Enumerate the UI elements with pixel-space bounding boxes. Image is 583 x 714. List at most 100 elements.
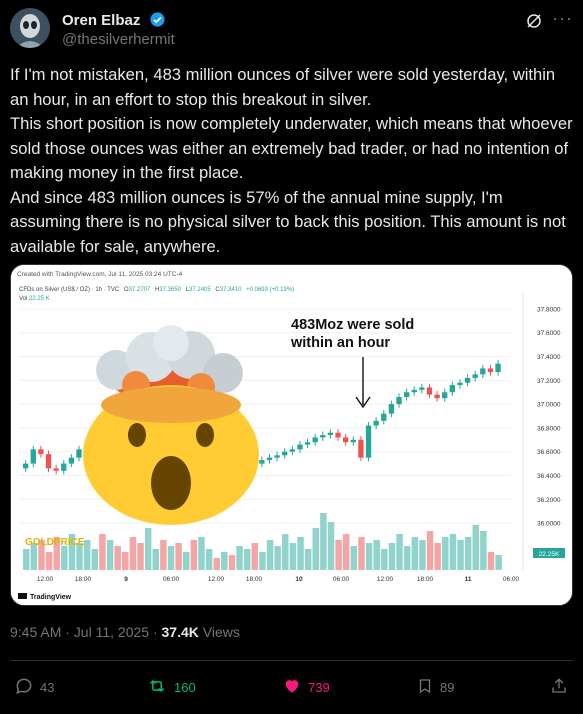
candle xyxy=(335,432,341,438)
time-tick-label: 06:00 xyxy=(163,576,180,583)
volume-bar xyxy=(129,537,137,570)
candle xyxy=(320,435,326,438)
time-tick-label: 10 xyxy=(295,576,303,583)
annotation-line-1: 483Moz were sold xyxy=(291,317,414,333)
author-handle[interactable]: @thesilverhermit xyxy=(62,31,175,48)
volume-bar xyxy=(236,546,243,570)
reply-count: 43 xyxy=(40,680,55,695)
volume-bar xyxy=(419,540,426,570)
tweet-paragraph: And since 483 million ounces is 57% of t… xyxy=(10,187,566,256)
candle xyxy=(480,368,486,375)
candle xyxy=(419,387,425,390)
candle xyxy=(23,463,29,469)
volume-bar xyxy=(289,543,297,570)
repost-icon xyxy=(146,676,168,699)
volume-bar xyxy=(403,546,411,570)
divider xyxy=(10,660,573,661)
time-tick-label: 06:00 xyxy=(333,576,350,583)
volume-bar xyxy=(198,537,205,570)
volume-bar xyxy=(45,552,53,570)
tweet-paragraph: This short position is now completely un… xyxy=(10,114,573,182)
volume-bar xyxy=(205,549,213,570)
candle xyxy=(388,404,395,414)
volume-bar xyxy=(183,552,190,570)
repost-count: 160 xyxy=(174,680,196,695)
candle xyxy=(381,413,387,421)
volume-bar xyxy=(350,546,358,570)
time-tick-label: 12:00 xyxy=(377,576,394,583)
candle xyxy=(68,457,75,464)
candle xyxy=(327,432,334,436)
volume-bar xyxy=(259,552,266,570)
candle xyxy=(289,449,295,452)
chart-created-with: Created with TradingView.com, Jul 11, 20… xyxy=(17,271,183,278)
volume-bar xyxy=(114,546,121,570)
like-button[interactable]: 739 xyxy=(282,676,330,699)
volume-bar xyxy=(83,540,91,570)
views-label: Views xyxy=(198,624,240,640)
volume-bar xyxy=(442,537,449,570)
candle xyxy=(343,437,349,443)
price-tick-label: 36.4000 xyxy=(537,473,561,480)
price-tick-label: 36.2000 xyxy=(537,497,561,504)
more-options-icon[interactable]: ··· xyxy=(552,8,573,29)
time-tick-label: 18:00 xyxy=(75,576,92,583)
price-tick-label: 36.0000 xyxy=(537,521,561,528)
volume-bar xyxy=(320,513,327,570)
volume-bar xyxy=(152,549,159,570)
volume-bar xyxy=(487,552,495,570)
volume-bar xyxy=(304,549,312,570)
price-tick-label: 37.0000 xyxy=(537,402,561,409)
volume-bar xyxy=(190,540,198,570)
candle xyxy=(442,392,448,399)
volume-bar xyxy=(266,540,274,570)
candle xyxy=(464,377,471,383)
repost-button[interactable]: 160 xyxy=(146,676,196,699)
volume-bar xyxy=(221,552,228,570)
candle xyxy=(373,420,379,426)
avatar[interactable] xyxy=(10,8,50,48)
share-button[interactable] xyxy=(550,676,574,699)
author-name-row[interactable]: Oren Elbaz xyxy=(62,11,166,32)
time-tick-label: 12:00 xyxy=(208,576,225,583)
chart-image[interactable]: Created with TradingView.com, Jul 11, 20… xyxy=(10,264,573,606)
volume-bar xyxy=(373,540,380,570)
tweet-paragraph: If I'm not mistaken, 483 million ounces … xyxy=(10,65,556,109)
time-tick-label: 9 xyxy=(124,576,128,583)
candle xyxy=(350,439,356,443)
volume-bar xyxy=(167,546,175,570)
volume-bar xyxy=(23,549,30,570)
tweet-timestamp[interactable]: 9:45 AM · Jul 11, 2025 · 37.4K Views xyxy=(10,624,240,640)
volume-bar xyxy=(472,525,479,570)
time-tick-label: 18:00 xyxy=(246,576,263,583)
price-chart: Created with TradingView.com, Jul 11, 20… xyxy=(11,265,572,605)
candle xyxy=(449,385,455,393)
views-count: 37.4K xyxy=(161,624,199,640)
candle xyxy=(365,425,372,458)
volume-bar xyxy=(457,540,464,570)
author-name[interactable]: Oren Elbaz xyxy=(62,12,140,29)
candle xyxy=(495,363,501,373)
volume-bar xyxy=(388,543,396,570)
tweet-time[interactable]: 9:45 AM · Jul 11, 2025 · xyxy=(10,624,162,640)
volume-bar xyxy=(426,531,434,570)
volume-bar xyxy=(297,537,304,570)
bookmark-count: 89 xyxy=(440,680,455,695)
price-tick-label: 37.6000 xyxy=(537,330,561,337)
volume-bar xyxy=(365,543,373,570)
bookmark-button[interactable]: 89 xyxy=(416,676,454,699)
volume-bar xyxy=(228,555,236,570)
share-icon xyxy=(550,676,568,699)
grok-icon[interactable] xyxy=(525,12,543,35)
candle xyxy=(61,463,67,471)
reply-button[interactable]: 43 xyxy=(14,676,54,699)
volume-bar xyxy=(122,552,129,570)
bookmark-icon xyxy=(416,676,434,699)
volume-bar xyxy=(160,540,167,570)
candle xyxy=(358,439,364,458)
volume-bar xyxy=(449,534,457,570)
candle xyxy=(396,396,402,405)
time-tick-label: 12:00 xyxy=(37,576,54,583)
annotation-line-2: within an hour xyxy=(290,335,390,351)
volume-bar xyxy=(335,540,342,570)
